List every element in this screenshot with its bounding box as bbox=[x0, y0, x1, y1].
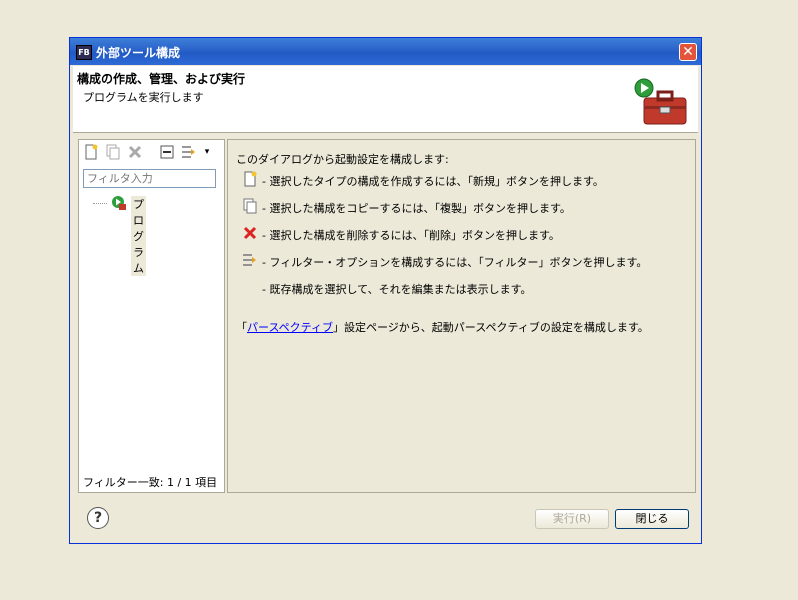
header-description: プログラムを実行します bbox=[83, 91, 204, 104]
new-config-icon bbox=[244, 171, 257, 187]
delete-icon bbox=[128, 145, 142, 159]
delete-icon bbox=[243, 226, 257, 240]
chevron-down-icon[interactable]: ▾ bbox=[199, 144, 215, 160]
close-window-button[interactable]: ✕ bbox=[679, 43, 697, 61]
filter-status: フィルター一致: 1 / 1 項目 bbox=[83, 476, 218, 489]
dialog-header: 構成の作成、管理、および実行 プログラムを実行します bbox=[73, 66, 698, 133]
title-bar[interactable]: FB 外部ツール構成 ✕ bbox=[70, 38, 701, 65]
window-title: 外部ツール構成 bbox=[96, 46, 181, 60]
filter-input[interactable] bbox=[83, 169, 216, 188]
preference-line: 「パースペクティブ」設定ページから、起動パースペクティブの設定を構成します。 bbox=[236, 319, 649, 335]
duplicate-icon bbox=[106, 144, 120, 160]
info-line-text: - 選択したタイプの構成を作成するには、「新規」ボタンを押します。 bbox=[262, 175, 604, 188]
program-run-icon bbox=[112, 196, 126, 210]
info-line-text: - フィルター・オプションを構成するには、「フィルター」ボタンを押します。 bbox=[262, 256, 648, 269]
tree-connector bbox=[93, 203, 107, 204]
perspective-pref-link[interactable]: パースペクティブ bbox=[247, 321, 333, 334]
info-panel: このダイアログから起動設定を構成します: - 選択したタイプの構成を作成するには… bbox=[227, 139, 696, 493]
collapse-all-icon[interactable] bbox=[159, 144, 175, 160]
app-icon: FB bbox=[76, 45, 92, 60]
info-line-text: - 既存構成を選択して、それを編集または表示します。 bbox=[262, 283, 532, 296]
filter-icon bbox=[243, 254, 256, 266]
dialog: FB 外部ツール構成 ✕ 構成の作成、管理、および実行 プログラムを実行します bbox=[69, 37, 702, 544]
config-list-panel: ▾ プログラム フィルター一致: 1 / 1 項目 bbox=[78, 139, 225, 493]
intro-text: このダイアログから起動設定を構成します: bbox=[236, 153, 449, 166]
pref-suffix: 」設定ページから、起動パースペクティブの設定を構成します。 bbox=[333, 321, 649, 334]
info-line-text: - 選択した構成をコピーするには、「複製」ボタンを押します。 bbox=[262, 202, 571, 215]
duplicate-icon bbox=[243, 198, 257, 214]
new-config-icon[interactable] bbox=[83, 144, 99, 160]
header-title: 構成の作成、管理、および実行 bbox=[77, 72, 246, 86]
help-icon[interactable]: ? bbox=[87, 507, 109, 529]
run-button[interactable]: 実行(R) bbox=[535, 509, 609, 529]
filter-icon[interactable] bbox=[181, 144, 197, 160]
toolbox-run-icon bbox=[634, 78, 687, 125]
pref-prefix: 「 bbox=[236, 321, 247, 334]
close-button[interactable]: 閉じる bbox=[615, 509, 689, 529]
info-line-text: - 選択した構成を削除するには、「削除」ボタンを押します。 bbox=[262, 229, 560, 242]
tree-item-label: プログラム bbox=[131, 196, 146, 276]
